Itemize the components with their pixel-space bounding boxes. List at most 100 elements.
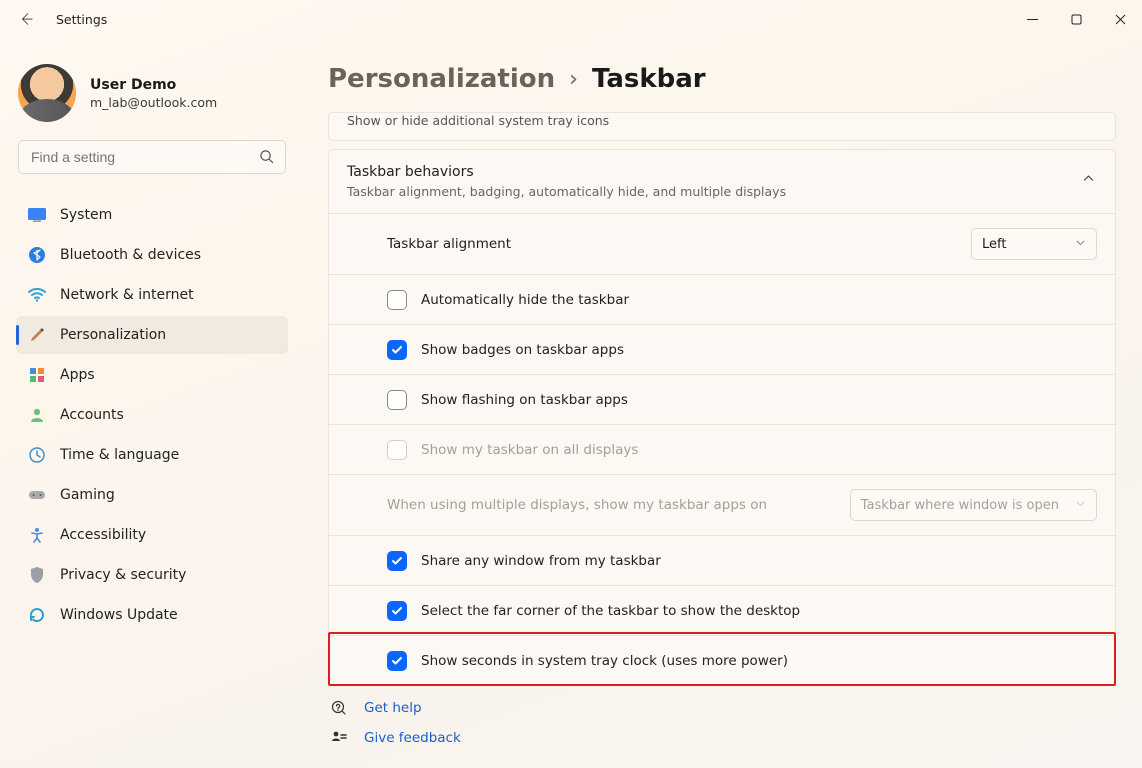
clock-icon — [28, 446, 46, 464]
sidebar-item-privacy[interactable]: Privacy & security — [16, 556, 288, 594]
nav-label: Network & internet — [60, 287, 194, 303]
sidebar: User Demo m_lab@outlook.com System Bluet… — [0, 38, 300, 768]
main: Personalization › Taskbar Show or hide a… — [300, 38, 1142, 768]
profile-block[interactable]: User Demo m_lab@outlook.com — [16, 60, 288, 140]
chevron-up-icon — [1082, 172, 1095, 189]
link-label: Give feedback — [364, 730, 461, 746]
chevron-right-icon: › — [569, 67, 578, 92]
apps-icon — [28, 366, 46, 384]
accessibility-icon — [28, 526, 46, 544]
all-displays-checkbox — [387, 440, 407, 460]
sidebar-item-bluetooth[interactable]: Bluetooth & devices — [16, 236, 288, 274]
row-label: Select the far corner of the taskbar to … — [421, 603, 800, 619]
nav: System Bluetooth & devices Network & int… — [16, 196, 288, 634]
row-label: Automatically hide the taskbar — [421, 292, 629, 308]
row-label: Show flashing on taskbar apps — [421, 392, 628, 408]
search-input[interactable] — [18, 140, 286, 174]
badges-row: Show badges on taskbar apps — [329, 324, 1115, 374]
sidebar-item-personalization[interactable]: Personalization — [16, 316, 288, 354]
select-value: Taskbar where window is open — [861, 498, 1059, 513]
chevron-down-icon — [1075, 237, 1086, 252]
system-icon — [28, 206, 46, 224]
auto-hide-checkbox[interactable] — [387, 290, 407, 310]
select-value: Left — [982, 237, 1006, 252]
nav-label: Apps — [60, 367, 95, 383]
other-tray-icons-card[interactable]: Show or hide additional system tray icon… — [328, 112, 1116, 141]
row-label: Show seconds in system tray clock (uses … — [421, 653, 788, 669]
sidebar-item-time[interactable]: Time & language — [16, 436, 288, 474]
scroll-area: Show or hide additional system tray icon… — [328, 112, 1116, 758]
card-subtitle: Taskbar alignment, badging, automaticall… — [347, 184, 1067, 199]
titlebar: Settings — [0, 0, 1142, 38]
nav-label: Bluetooth & devices — [60, 247, 201, 263]
taskbar-alignment-select[interactable]: Left — [971, 228, 1097, 260]
show-seconds-row: Show seconds in system tray clock (uses … — [329, 635, 1115, 685]
row-label: Share any window from my taskbar — [421, 553, 661, 569]
share-window-row: Share any window from my taskbar — [329, 535, 1115, 585]
sidebar-item-accessibility[interactable]: Accessibility — [16, 516, 288, 554]
get-help-link[interactable]: Get help — [330, 700, 1116, 716]
far-corner-checkbox[interactable] — [387, 601, 407, 621]
all-displays-row: Show my taskbar on all displays — [329, 424, 1115, 474]
multi-display-row: When using multiple displays, show my ta… — [329, 474, 1115, 535]
multi-display-select: Taskbar where window is open — [850, 489, 1097, 521]
badges-checkbox[interactable] — [387, 340, 407, 360]
breadcrumb-parent[interactable]: Personalization — [328, 64, 555, 94]
nav-label: Accounts — [60, 407, 124, 423]
update-icon — [28, 606, 46, 624]
nav-label: System — [60, 207, 112, 223]
paintbrush-icon — [28, 326, 46, 344]
breadcrumb-current: Taskbar — [592, 64, 706, 94]
nav-label: Personalization — [60, 327, 166, 343]
taskbar-behaviors-card: Taskbar behaviors Taskbar alignment, bad… — [328, 149, 1116, 686]
share-window-checkbox[interactable] — [387, 551, 407, 571]
link-label: Get help — [364, 700, 422, 716]
app-title: Settings — [56, 12, 107, 27]
nav-label: Accessibility — [60, 527, 146, 543]
flashing-checkbox[interactable] — [387, 390, 407, 410]
auto-hide-row: Automatically hide the taskbar — [329, 274, 1115, 324]
sidebar-item-accounts[interactable]: Accounts — [16, 396, 288, 434]
help-icon — [330, 700, 348, 716]
nav-label: Time & language — [60, 447, 179, 463]
shield-icon — [28, 566, 46, 584]
nav-label: Privacy & security — [60, 567, 186, 583]
gamepad-icon — [28, 486, 46, 504]
person-icon — [28, 406, 46, 424]
nav-label: Gaming — [60, 487, 115, 503]
flashing-row: Show flashing on taskbar apps — [329, 374, 1115, 424]
breadcrumb: Personalization › Taskbar — [328, 64, 1116, 94]
give-feedback-link[interactable]: Give feedback — [330, 730, 1116, 746]
sidebar-item-network[interactable]: Network & internet — [16, 276, 288, 314]
bluetooth-icon — [28, 246, 46, 264]
row-label: Taskbar alignment — [387, 236, 511, 252]
sidebar-item-system[interactable]: System — [16, 196, 288, 234]
search-icon — [259, 149, 274, 168]
profile-email: m_lab@outlook.com — [90, 95, 217, 110]
close-button[interactable] — [1098, 4, 1142, 34]
avatar — [18, 64, 76, 122]
row-label: Show my taskbar on all displays — [421, 442, 638, 458]
feedback-icon — [330, 730, 348, 746]
row-label: When using multiple displays, show my ta… — [387, 497, 767, 513]
window-controls — [1010, 4, 1142, 34]
far-corner-row: Select the far corner of the taskbar to … — [329, 585, 1115, 635]
sidebar-item-gaming[interactable]: Gaming — [16, 476, 288, 514]
nav-label: Windows Update — [60, 607, 178, 623]
sidebar-item-apps[interactable]: Apps — [16, 356, 288, 394]
maximize-button[interactable] — [1054, 4, 1098, 34]
sidebar-item-update[interactable]: Windows Update — [16, 596, 288, 634]
minimize-button[interactable] — [1010, 4, 1054, 34]
back-button[interactable] — [18, 11, 34, 27]
chevron-down-icon — [1075, 498, 1086, 513]
profile-name: User Demo — [90, 77, 217, 93]
taskbar-alignment-row: Taskbar alignment Left — [329, 213, 1115, 274]
taskbar-behaviors-header[interactable]: Taskbar behaviors Taskbar alignment, bad… — [329, 150, 1115, 213]
card-subtitle: Show or hide additional system tray icon… — [347, 113, 1097, 128]
footer-links: Get help Give feedback — [328, 700, 1116, 746]
row-label: Show badges on taskbar apps — [421, 342, 624, 358]
wifi-icon — [28, 286, 46, 304]
search-wrap — [18, 140, 286, 174]
show-seconds-checkbox[interactable] — [387, 651, 407, 671]
card-title: Taskbar behaviors — [347, 164, 1067, 180]
